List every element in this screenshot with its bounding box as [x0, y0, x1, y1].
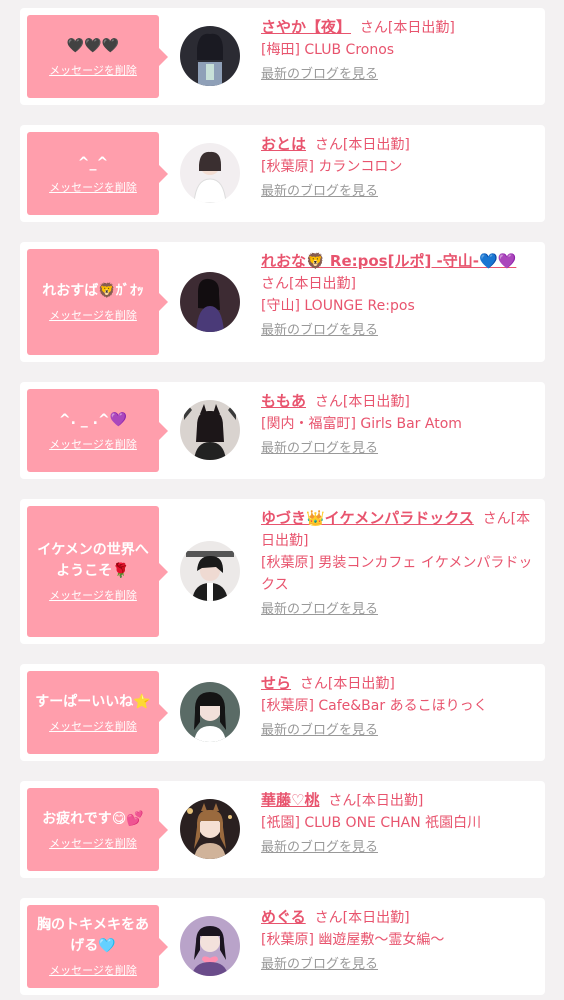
message-bubble: ^_^ メッセージを削除 — [27, 132, 168, 215]
delete-message-link[interactable]: メッセージを削除 — [49, 62, 137, 78]
message-text: 胸のトキメキをあげる🩵 — [37, 917, 149, 954]
list-item: ^_^ メッセージを削除 おとは さん[本日出勤] [秋葉原] カランコロン 最… — [20, 125, 545, 222]
delete-message-link[interactable]: メッセージを削除 — [49, 436, 137, 452]
list-item: 🖤🖤🖤 メッセージを削除 さやか【夜】 さん[本日出勤] [梅田] CLUB C… — [20, 8, 545, 105]
list-item: お疲れです😋💕 メッセージを削除 華藤♡桃 さん[本日出勤] [祇園] CLUB… — [20, 781, 545, 878]
delete-message-link[interactable]: メッセージを削除 — [49, 307, 137, 323]
avatar[interactable] — [180, 916, 240, 976]
entry-info: ももあ さん[本日出勤] [関内・福富町] Girls Bar Atom 最新の… — [261, 390, 541, 460]
status-text: さん[本日出勤] — [299, 676, 395, 692]
blog-link[interactable]: 最新のブログを見る — [261, 954, 378, 976]
status-text: さん[本日出勤] — [314, 394, 410, 410]
cast-name-link[interactable]: さやか【夜】 — [261, 18, 351, 36]
message-bubble: イケメンの世界へようこそ🌹 メッセージを削除 — [27, 506, 168, 637]
list-item: すーぱーいいね⭐ メッセージを削除 せら さん[本日出勤] [秋葉原] Cafe… — [20, 664, 545, 761]
message-bubble: 🖤🖤🖤 メッセージを削除 — [27, 15, 168, 98]
status-text: さん[本日出勤] — [261, 276, 356, 292]
entry-info: めぐる さん[本日出勤] [秋葉原] 幽遊屋敷〜霊女編〜 最新のブログを見る — [261, 906, 541, 976]
blog-link[interactable]: 最新のブログを見る — [261, 837, 378, 859]
cast-name-link[interactable]: めぐる — [261, 908, 306, 926]
entry-info: おとは さん[本日出勤] [秋葉原] カランコロン 最新のブログを見る — [261, 133, 541, 203]
message-bubble: ^. _ .^💜 メッセージを削除 — [27, 389, 168, 472]
message-bubble: すーぱーいいね⭐ メッセージを削除 — [27, 671, 168, 754]
shop-name: [祇園] CLUB ONE CHAN 祇園白川 — [261, 815, 482, 831]
delete-message-link[interactable]: メッセージを削除 — [49, 179, 137, 195]
avatar[interactable] — [180, 799, 240, 859]
message-text: イケメンの世界へようこそ🌹 — [37, 542, 149, 579]
entry-info: ゆづき👑イケメンパラドックス さん[本日出勤] [秋葉原] 男装コンカフェ イケ… — [261, 507, 541, 621]
blog-link[interactable]: 最新のブログを見る — [261, 599, 378, 621]
shop-name: [秋葉原] 男装コンカフェ イケメンパラドックス — [261, 555, 533, 593]
cast-name-link[interactable]: せら — [261, 674, 291, 692]
delete-message-link[interactable]: メッセージを削除 — [49, 718, 137, 734]
avatar[interactable] — [180, 143, 240, 203]
status-text: さん[本日出勤] — [314, 910, 410, 926]
message-bubble: れおすば🦁ｶﾞｵｯ メッセージを削除 — [27, 249, 168, 355]
blog-link[interactable]: 最新のブログを見る — [261, 438, 378, 460]
cast-name-link[interactable]: おとは — [261, 135, 306, 153]
shop-name: [秋葉原] Cafe&Bar あるこほりっく — [261, 698, 488, 714]
message-text: お疲れです😋💕 — [42, 810, 144, 827]
status-text: さん[本日出勤] — [359, 20, 455, 36]
avatar[interactable] — [180, 400, 240, 460]
avatar[interactable] — [180, 682, 240, 742]
message-text: すーぱーいいね⭐ — [35, 693, 151, 710]
list-item: れおすば🦁ｶﾞｵｯ メッセージを削除 れおな🦁 Re:pos[ルポ] -守山-💙… — [20, 242, 545, 362]
blog-link[interactable]: 最新のブログを見る — [261, 320, 378, 342]
shop-name: [守山] LOUNGE Re:pos — [261, 298, 415, 314]
avatar[interactable] — [180, 26, 240, 86]
shop-name: [梅田] CLUB Cronos — [261, 42, 395, 58]
shop-name: [関内・福富町] Girls Bar Atom — [261, 416, 462, 432]
status-text: さん[本日出勤] — [328, 793, 424, 809]
list-item: ^. _ .^💜 メッセージを削除 ももあ さん[本日出勤] [関内・福富町] … — [20, 382, 545, 479]
cast-name-link[interactable]: ゆづき👑イケメンパラドックス — [261, 509, 474, 527]
avatar[interactable] — [180, 272, 240, 332]
delete-message-link[interactable]: メッセージを削除 — [49, 962, 137, 978]
entry-info: さやか【夜】 さん[本日出勤] [梅田] CLUB Cronos 最新のブログを… — [261, 16, 541, 86]
entry-info: 華藤♡桃 さん[本日出勤] [祇園] CLUB ONE CHAN 祇園白川 最新… — [261, 789, 541, 859]
message-bubble: 胸のトキメキをあげる🩵 メッセージを削除 — [27, 905, 168, 988]
cast-name-link[interactable]: ももあ — [261, 392, 306, 410]
delete-message-link[interactable]: メッセージを削除 — [49, 587, 137, 603]
list-item: イケメンの世界へようこそ🌹 メッセージを削除 ゆづき👑イケメンパラドックス さん… — [20, 499, 545, 644]
message-text: れおすば🦁ｶﾞｵｯ — [42, 283, 144, 299]
cast-name-link[interactable]: れおな🦁 Re:pos[ルポ] -守山-💙💜 — [261, 252, 516, 270]
blog-link[interactable]: 最新のブログを見る — [261, 720, 378, 742]
message-bubble: お疲れです😋💕 メッセージを削除 — [27, 788, 168, 871]
message-text: 🖤🖤🖤 — [66, 37, 120, 54]
entry-info: れおな🦁 Re:pos[ルポ] -守山-💙💜 さん[本日出勤] [守山] LOU… — [261, 250, 541, 342]
entry-info: せら さん[本日出勤] [秋葉原] Cafe&Bar あるこほりっく 最新のブロ… — [261, 672, 541, 742]
delete-message-link[interactable]: メッセージを削除 — [49, 835, 137, 851]
blog-link[interactable]: 最新のブログを見る — [261, 181, 378, 203]
message-text: ^_^ — [77, 154, 109, 171]
avatar[interactable] — [180, 541, 240, 601]
shop-name: [秋葉原] 幽遊屋敷〜霊女編〜 — [261, 932, 445, 948]
shop-name: [秋葉原] カランコロン — [261, 159, 403, 175]
blog-link[interactable]: 最新のブログを見る — [261, 64, 378, 86]
cast-name-link[interactable]: 華藤♡桃 — [261, 791, 319, 809]
list-item: 胸のトキメキをあげる🩵 メッセージを削除 めぐる さん[本日出勤] [秋葉原] … — [20, 898, 545, 995]
status-text: さん[本日出勤] — [314, 137, 410, 153]
message-text: ^. _ .^💜 — [58, 411, 128, 428]
